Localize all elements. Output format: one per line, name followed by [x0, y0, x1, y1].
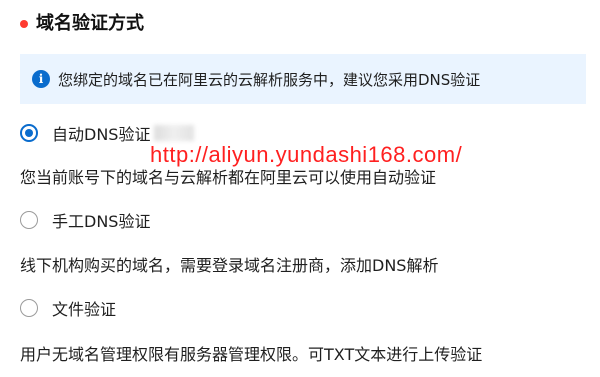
- option-label-auto-dns: 自动DNS验证: [52, 125, 151, 144]
- radio-button-manual-dns[interactable]: [20, 211, 38, 229]
- option-description-file: 用户无域名管理权限有服务器管理权限。可TXT文本进行上传验证: [20, 345, 483, 364]
- blurred-overlay: [154, 125, 195, 141]
- radio-selected-dot-icon: [25, 129, 33, 137]
- radio-option-manual-dns[interactable]: 手工DNS验证: [20, 208, 150, 232]
- radio-option-file[interactable]: 文件验证: [20, 296, 116, 320]
- section-title: 域名验证方式: [36, 13, 144, 34]
- info-banner: i 您绑定的域名已在阿里云的云解析服务中，建议您采用DNS验证: [20, 54, 586, 104]
- watermark-url: http://aliyun.yundashi168.com/: [150, 142, 463, 167]
- section-header: 域名验证方式: [20, 12, 144, 36]
- option-label-file: 文件验证: [52, 300, 117, 319]
- info-text: 您绑定的域名已在阿里云的云解析服务中，建议您采用DNS验证: [58, 70, 481, 89]
- radio-button-file[interactable]: [20, 299, 38, 317]
- radio-button-auto-dns[interactable]: [20, 124, 38, 142]
- option-description-manual-dns: 线下机构购买的域名，需要登录域名注册商，添加DNS解析: [20, 256, 439, 275]
- domain-verification-panel: 域名验证方式 i 您绑定的域名已在阿里云的云解析服务中，建议您采用DNS验证 自…: [0, 0, 600, 377]
- info-icon: i: [32, 70, 50, 88]
- option-label-manual-dns: 手工DNS验证: [52, 212, 151, 231]
- required-dot-icon: [20, 20, 28, 28]
